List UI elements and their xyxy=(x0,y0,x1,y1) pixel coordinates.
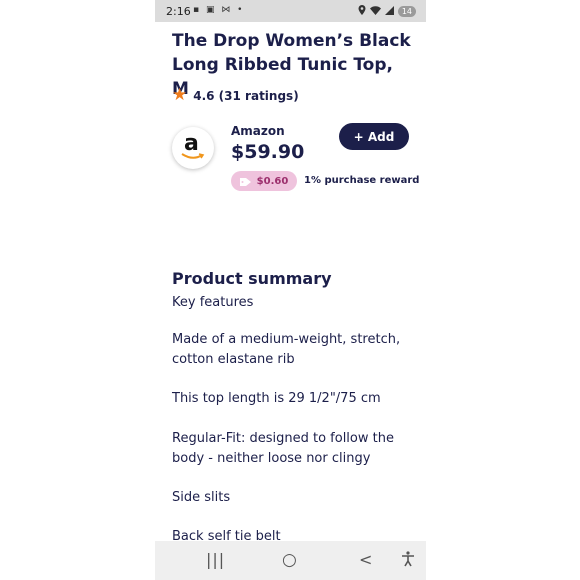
back-button[interactable]: < xyxy=(359,550,372,569)
price: $59.90 xyxy=(231,141,305,163)
wifi-icon xyxy=(369,5,381,18)
store-name: Amazon xyxy=(231,124,285,138)
feature-item: This top length is 29 1/2"/75 cm xyxy=(172,391,381,406)
navigation-bar: ||| ○ < xyxy=(155,541,426,580)
star-icon: ★ xyxy=(172,85,188,105)
reward-amount: $0.60 xyxy=(256,175,289,187)
reward-description: 1% purchase reward xyxy=(304,175,420,186)
location-icon xyxy=(358,5,366,18)
product-rating: ★ 4.6 (31 ratings) xyxy=(172,87,299,104)
phone-screen: 2:16 ▪ ▣ ⋈ • 14 The Drop Women’s Black L… xyxy=(155,0,426,580)
rating-text: 4.6 (31 ratings) xyxy=(193,88,299,103)
summary-heading: Product summary xyxy=(172,269,332,288)
recents-button[interactable]: ||| xyxy=(206,550,225,569)
status-time: 2:16 xyxy=(166,5,191,18)
accessibility-icon[interactable] xyxy=(401,551,415,571)
add-button[interactable]: + Add xyxy=(339,123,409,150)
status-right: 14 xyxy=(358,5,416,18)
signal-icon xyxy=(384,5,394,18)
feature-item: Made of a medium-weight, stretch, cotton… xyxy=(172,332,401,367)
key-features-heading: Key features xyxy=(172,295,254,310)
tag-icon xyxy=(239,172,252,191)
notification-icons: ▪ ▣ ⋈ • xyxy=(193,5,245,15)
status-bar: 2:16 ▪ ▣ ⋈ • 14 xyxy=(155,0,426,22)
feature-item: Regular-Fit: designed to follow the body… xyxy=(172,431,394,466)
feature-item: Side slits xyxy=(172,490,231,505)
reward-badge: $0.60 xyxy=(231,171,297,191)
home-button[interactable]: ○ xyxy=(282,550,297,570)
amazon-logo: a xyxy=(172,127,214,169)
battery-indicator: 14 xyxy=(397,6,416,17)
amazon-smile-icon xyxy=(181,153,205,159)
